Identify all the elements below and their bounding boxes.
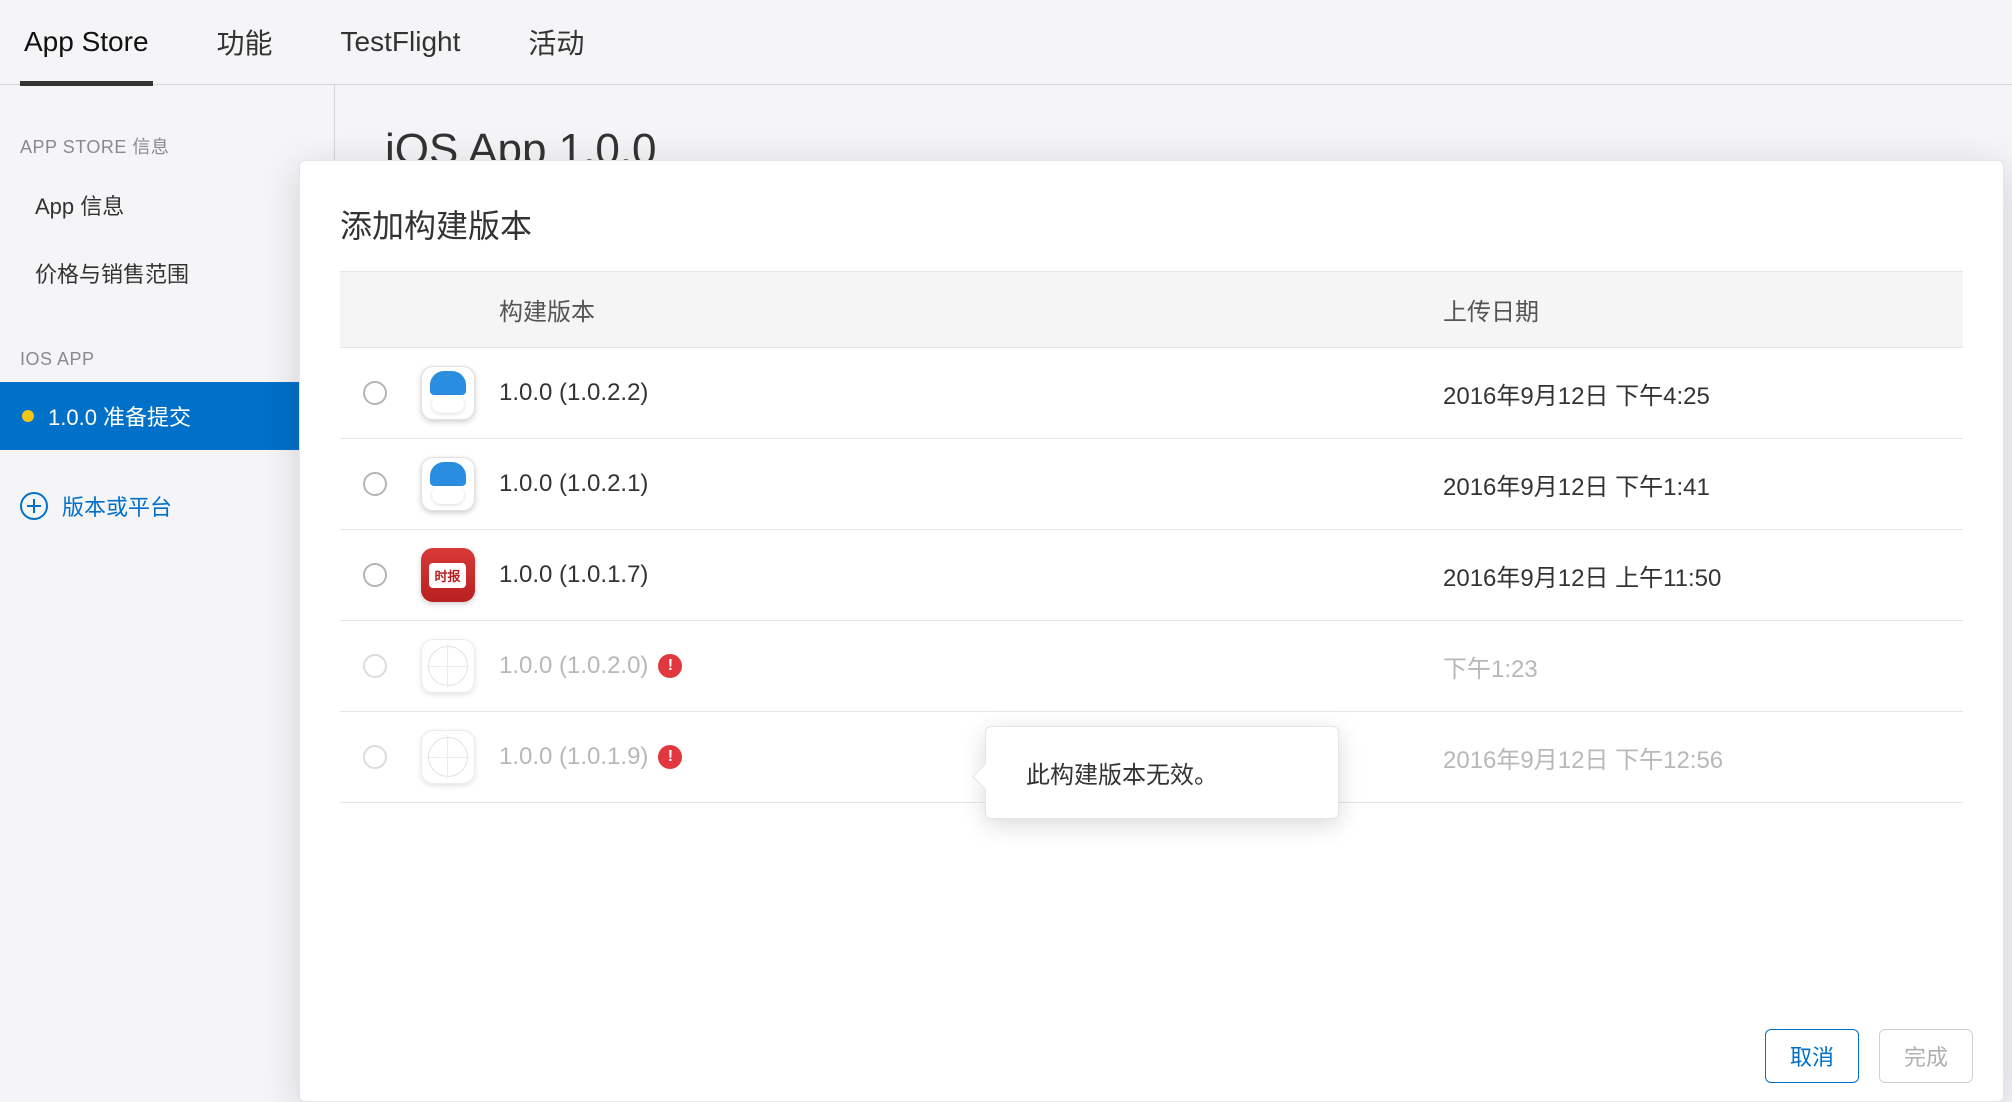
build-version: 1.0.0 (1.0.2.1) xyxy=(485,470,1443,498)
sidebar-add-version[interactable]: 版本或平台 xyxy=(0,450,334,562)
tab-app-store[interactable]: App Store xyxy=(20,0,153,85)
sidebar: APP STORE 信息 App 信息 价格与销售范围 iOS APP 1.0.… xyxy=(0,85,335,1102)
table-header: 构建版本 上传日期 xyxy=(340,271,1963,348)
sidebar-item-pricing[interactable]: 价格与销售范围 xyxy=(0,239,334,307)
build-date: 下午1:23 xyxy=(1443,649,1963,684)
radio-button xyxy=(363,654,387,678)
build-version: 1.0.0 (1.0.2.2) xyxy=(485,379,1443,407)
build-version: 1.0.0 (1.0.1.7) xyxy=(485,561,1443,589)
sidebar-item-app-info[interactable]: App 信息 xyxy=(0,171,334,239)
sidebar-add-version-label: 版本或平台 xyxy=(62,490,172,522)
status-dot-icon xyxy=(22,410,34,422)
sidebar-item-version[interactable]: 1.0.0 准备提交 xyxy=(0,382,334,450)
table-row[interactable]: 时报 1.0.0 (1.0.1.7) 2016年9月12日 上午11:50 xyxy=(340,530,1963,621)
app-icon xyxy=(421,457,475,511)
app-icon-badge: 时报 xyxy=(429,563,465,588)
plus-circle-icon xyxy=(20,492,48,520)
modal-footer: 取消 完成 xyxy=(300,1005,2003,1101)
cancel-button[interactable]: 取消 xyxy=(1765,1029,1859,1083)
error-icon[interactable]: ! xyxy=(658,745,682,769)
tab-activity[interactable]: 活动 xyxy=(524,0,588,85)
top-tabs: App Store 功能 TestFlight 活动 xyxy=(0,0,2012,85)
add-build-modal: 添加构建版本 构建版本 上传日期 1.0.0 (1.0.2.2) 2016年9月… xyxy=(299,160,2004,1102)
error-tooltip: 此构建版本无效。 xyxy=(985,726,1339,819)
app-icon-placeholder xyxy=(421,639,475,693)
build-date: 2016年9月12日 上午11:50 xyxy=(1443,558,1963,593)
column-upload-date: 上传日期 xyxy=(1443,292,1963,327)
radio-button[interactable] xyxy=(363,563,387,587)
modal-title: 添加构建版本 xyxy=(340,201,1963,247)
table-row[interactable]: 1.0.0 (1.0.2.2) 2016年9月12日 下午4:25 xyxy=(340,348,1963,439)
builds-table: 构建版本 上传日期 1.0.0 (1.0.2.2) 2016年9月12日 下午4… xyxy=(300,271,2003,1005)
tab-features[interactable]: 功能 xyxy=(213,0,277,85)
radio-button[interactable] xyxy=(363,472,387,496)
sidebar-section-appstore-info: APP STORE 信息 xyxy=(0,115,334,171)
error-icon[interactable]: ! xyxy=(658,654,682,678)
done-button: 完成 xyxy=(1879,1029,1973,1083)
build-date: 2016年9月12日 下午4:25 xyxy=(1443,376,1963,411)
column-build: 构建版本 xyxy=(485,292,1443,327)
build-date: 2016年9月12日 下午12:56 xyxy=(1443,740,1963,775)
app-icon: 时报 xyxy=(421,548,475,602)
modal-header: 添加构建版本 xyxy=(300,161,2003,271)
radio-button[interactable] xyxy=(363,381,387,405)
sidebar-section-ios-app: iOS APP xyxy=(0,331,334,382)
table-row[interactable]: 1.0.0 (1.0.2.1) 2016年9月12日 下午1:41 xyxy=(340,439,1963,530)
app-icon-placeholder xyxy=(421,730,475,784)
app-icon xyxy=(421,366,475,420)
build-date: 2016年9月12日 下午1:41 xyxy=(1443,467,1963,502)
tab-testflight[interactable]: TestFlight xyxy=(337,0,465,85)
table-row: 1.0.0 (1.0.2.0) ! 下午1:23 xyxy=(340,621,1963,712)
build-version: 1.0.0 (1.0.2.0) ! xyxy=(485,652,1443,680)
sidebar-item-version-label: 1.0.0 准备提交 xyxy=(48,400,191,432)
radio-button xyxy=(363,745,387,769)
